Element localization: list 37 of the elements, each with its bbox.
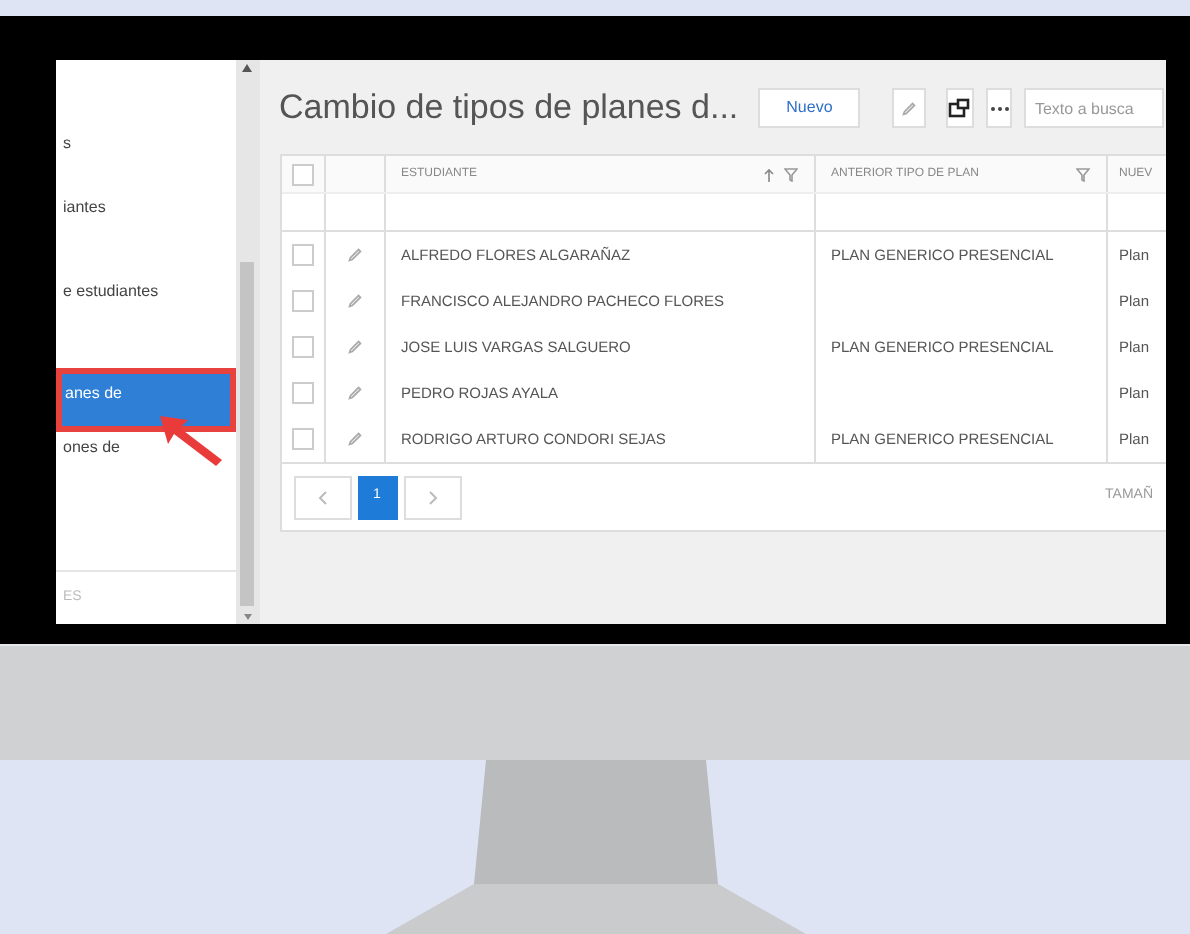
- more-icon: [989, 105, 1010, 111]
- sidebar-item[interactable]: e estudiantes: [55, 276, 235, 340]
- sidebar-item[interactable]: ones de: [55, 432, 235, 496]
- filter-icon[interactable]: [1075, 167, 1089, 181]
- pencil-icon[interactable]: [899, 99, 918, 117]
- chevron-right-icon: [427, 489, 437, 505]
- sort-arrow-icon[interactable]: [763, 167, 773, 181]
- new-button[interactable]: Nuevo: [758, 88, 861, 128]
- row-checkbox[interactable]: [291, 290, 313, 312]
- pencil-icon[interactable]: [345, 246, 363, 264]
- window-icon: [948, 98, 971, 118]
- edit-button[interactable]: [892, 88, 926, 128]
- pointer-arrow-icon: [155, 412, 227, 468]
- pencil-icon[interactable]: [345, 384, 363, 402]
- scroll-down-icon[interactable]: [243, 614, 251, 620]
- page-title: Cambio de tipos de planes d...: [279, 86, 739, 131]
- scrollbar[interactable]: [235, 60, 259, 624]
- previous-page-button[interactable]: [293, 475, 351, 519]
- more-button[interactable]: [985, 88, 1013, 128]
- toolbar-button[interactable]: [945, 88, 974, 128]
- next-page-button[interactable]: [403, 475, 461, 519]
- sidebar-item[interactable]: s: [55, 128, 235, 192]
- filter-icon[interactable]: [783, 167, 797, 181]
- select-all-checkbox[interactable]: [291, 163, 313, 185]
- row-checkbox[interactable]: [291, 428, 313, 450]
- pencil-icon[interactable]: [345, 338, 363, 356]
- pencil-icon[interactable]: [345, 292, 363, 310]
- row-checkbox[interactable]: [291, 244, 313, 266]
- sidebar-item[interactable]: anes de: [55, 368, 235, 432]
- row-checkbox[interactable]: [291, 382, 313, 404]
- chevron-left-icon: [317, 489, 327, 505]
- search-field[interactable]: Texto a busca: [1024, 88, 1165, 128]
- pencil-icon[interactable]: [345, 430, 363, 448]
- sidebar-item[interactable]: iantes: [55, 192, 235, 256]
- scrollbar-thumb[interactable]: [240, 262, 254, 606]
- scroll-up-icon[interactable]: [242, 64, 252, 72]
- row-checkbox[interactable]: [291, 336, 313, 358]
